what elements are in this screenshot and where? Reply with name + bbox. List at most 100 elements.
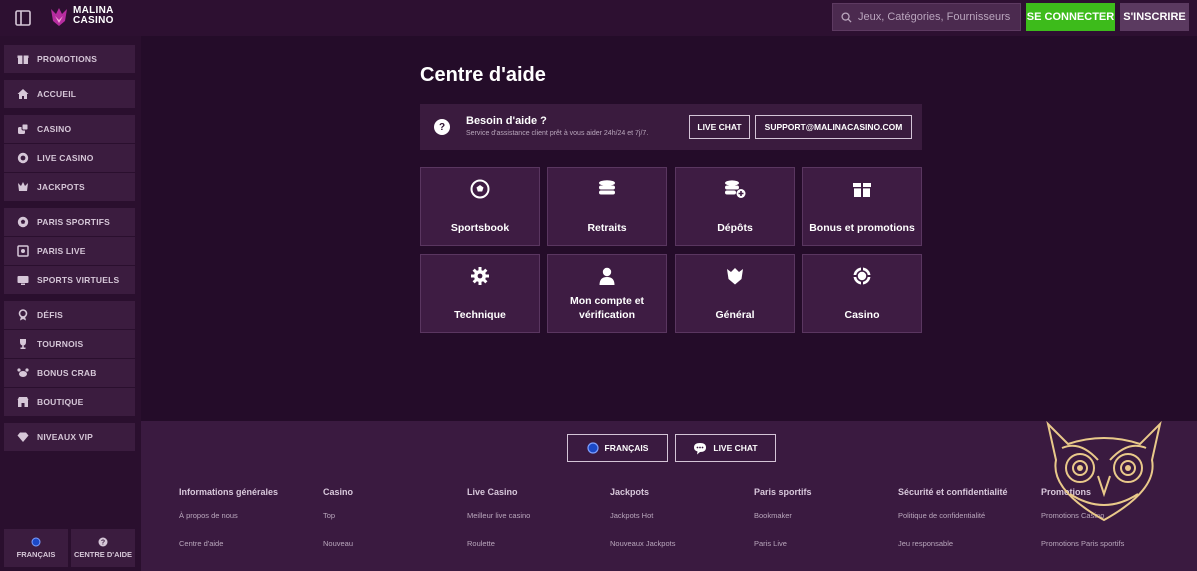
gear-icon (469, 265, 491, 287)
tile-sportsbook[interactable]: Sportsbook (420, 167, 540, 246)
footer-column-paris-sportifs: Paris sportifs Bookmaker Paris Live (754, 487, 894, 567)
live-chat-button[interactable]: LIVE CHAT (689, 115, 750, 139)
tile-bonus-promotions[interactable]: Bonus et promotions (802, 167, 922, 246)
footer-link[interactable]: Paris Live (754, 539, 894, 548)
live-icon (16, 245, 29, 258)
sidebar-item-defis[interactable]: DÉFIS (4, 301, 135, 329)
question-icon: ? (434, 119, 450, 135)
owl-watermark-icon (1046, 420, 1162, 522)
sidebar-item-paris-live[interactable]: PARIS LIVE (4, 237, 135, 265)
footer-link[interactable]: Promotions Paris sportifs (1041, 539, 1171, 548)
help-icon: ? (98, 537, 108, 547)
sidebar-item-label: LIVE CASINO (37, 153, 94, 163)
brand-line-2: CASINO (73, 15, 114, 26)
sidebar-item-sports-virtuels[interactable]: SPORTS VIRTUELS (4, 266, 135, 294)
gift-icon (16, 53, 29, 66)
virtual-sports-icon (16, 274, 29, 287)
sidebar-group-casino: CASINO LIVE CASINO JACKPOTS (4, 115, 135, 202)
tile-label: Bonus et promotions (809, 222, 915, 234)
footer-link[interactable]: Centre d'aide (179, 539, 319, 548)
svg-text:?: ? (101, 540, 105, 547)
tile-retraits[interactable]: Retraits (547, 167, 667, 246)
sidebar-item-label: ACCUEIL (37, 89, 77, 99)
footer-column-heading: Paris sportifs (754, 487, 812, 497)
sidebar-item-paris-sportifs[interactable]: PARIS SPORTIFS (4, 208, 135, 236)
sidebar-item-label: JACKPOTS (37, 182, 85, 192)
sidebar-item-promotions[interactable]: PROMOTIONS (4, 45, 135, 73)
globe-icon (586, 442, 599, 454)
sidebar-group-games: DÉFIS TOURNOIS BONUS CRAB BOUTIQUE (4, 301, 135, 417)
footer-link[interactable]: Jeu responsable (898, 539, 1038, 548)
footer-column-jackpots: Jackpots Jackpots Hot Nouveaux Jackpots (610, 487, 750, 567)
footer-live-chat-button[interactable]: LIVE CHAT (675, 434, 776, 462)
footer-link[interactable]: Politique de confidentialité (898, 511, 1038, 520)
footer-live-chat-label: LIVE CHAT (713, 443, 758, 453)
logo-icon (51, 8, 67, 26)
home-icon (16, 88, 29, 101)
footer-link[interactable]: Jackpots Hot (610, 511, 750, 520)
tile-label: Casino (844, 309, 880, 321)
globe-icon (31, 537, 41, 547)
register-button[interactable]: S'INSCRIRE (1120, 3, 1189, 31)
chat-icon (694, 442, 707, 454)
sidebar-group-promotions: PROMOTIONS (4, 45, 135, 74)
footer: FRANÇAIS LIVE CHAT Informations générale… (141, 421, 1197, 571)
tile-label: Technique (454, 309, 506, 321)
chip-icon (851, 265, 873, 287)
footer-language-button[interactable]: FRANÇAIS (567, 434, 668, 462)
page-title: Centre d'aide (420, 64, 546, 86)
footer-link[interactable]: À propos de nous (179, 511, 319, 520)
sidebar-item-bonus-crab[interactable]: BONUS CRAB (4, 359, 135, 387)
dice-icon (16, 123, 29, 136)
logo[interactable]: MALINA CASINO (49, 5, 114, 27)
sidebar-item-label: PARIS LIVE (37, 246, 86, 256)
help-card: ? Besoin d'aide ? Service d'assistance c… (420, 104, 922, 150)
tile-casino[interactable]: Casino (802, 254, 922, 333)
sidebar-item-jackpots[interactable]: JACKPOTS (4, 173, 135, 201)
footer-link[interactable]: Meilleur live casino (467, 511, 607, 520)
shop-icon (16, 396, 29, 409)
search-box[interactable] (832, 3, 1021, 31)
footer-link[interactable]: Nouveaux Jackpots (610, 539, 750, 548)
coins-add-icon (724, 178, 746, 200)
language-switcher[interactable]: FRANÇAIS (4, 529, 68, 567)
sidebar-item-label: SPORTS VIRTUELS (37, 275, 120, 285)
footer-column-heading: Sécurité et confidentialité (898, 487, 1008, 497)
sidebar-item-label: PARIS SPORTIFS (37, 217, 111, 227)
login-button[interactable]: SE CONNECTER (1026, 3, 1115, 31)
sidebar-item-boutique[interactable]: BOUTIQUE (4, 388, 135, 416)
tile-depots[interactable]: Dépôts (675, 167, 795, 246)
tile-mon-compte[interactable]: Mon compte et vérification (547, 254, 667, 333)
help-center-label: CENTRE D'AIDE (73, 550, 133, 559)
sidebar-item-label: BOUTIQUE (37, 397, 84, 407)
footer-language-label: FRANÇAIS (604, 443, 649, 453)
diamond-icon (16, 431, 29, 444)
sidebar-item-niveaux-vip[interactable]: NIVEAUX VIP (4, 423, 135, 451)
search-input[interactable] (858, 11, 1018, 23)
chip-icon (16, 152, 29, 165)
trophy-icon (16, 338, 29, 351)
sidebar-group-vip: NIVEAUX VIP (4, 423, 135, 452)
footer-column-heading: Live Casino (467, 487, 518, 497)
sidebar-item-casino[interactable]: CASINO (4, 115, 135, 143)
crab-icon (16, 367, 29, 380)
footer-link[interactable]: Bookmaker (754, 511, 894, 520)
tile-label: Sportsbook (450, 222, 510, 234)
sidebar-item-accueil[interactable]: ACCUEIL (4, 80, 135, 108)
jackpot-icon (16, 181, 29, 194)
sidebar-toggle-icon[interactable] (14, 9, 32, 27)
sidebar-group-home: ACCUEIL (4, 80, 135, 109)
support-email-button[interactable]: SUPPORT@MALINACASINO.COM (755, 115, 912, 139)
footer-column-heading: Jackpots (610, 487, 650, 497)
sidebar-item-label: CASINO (37, 124, 72, 134)
tile-technique[interactable]: Technique (420, 254, 540, 333)
sidebar-item-live-casino[interactable]: LIVE CASINO (4, 144, 135, 172)
footer-link[interactable]: Top (323, 511, 463, 520)
tile-general[interactable]: Général (675, 254, 795, 333)
help-center-link[interactable]: ? CENTRE D'AIDE (71, 529, 135, 567)
sidebar-item-tournois[interactable]: TOURNOIS (4, 330, 135, 358)
crest-icon (724, 265, 746, 287)
sidebar-item-label: BONUS CRAB (37, 368, 97, 378)
footer-link[interactable]: Nouveau (323, 539, 463, 548)
footer-link[interactable]: Roulette (467, 539, 607, 548)
